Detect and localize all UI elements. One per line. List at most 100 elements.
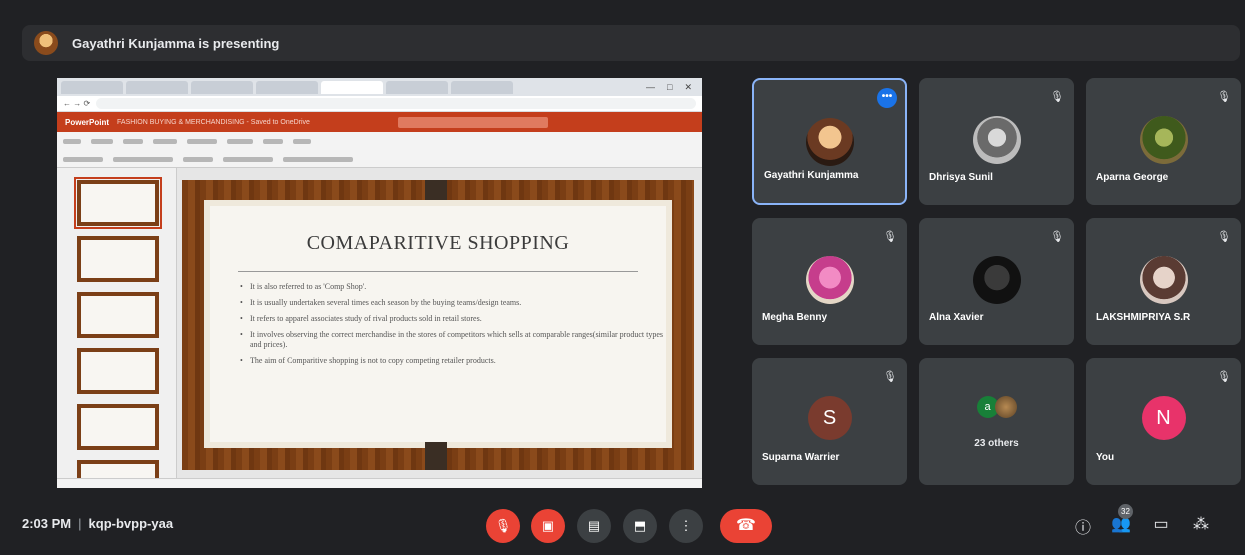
browser-tab [256, 80, 318, 94]
participant-name: Dhrisya Sunil [929, 172, 993, 183]
avatar-letter: S [807, 396, 852, 440]
mic-off-icon: 🎙 [494, 518, 512, 533]
participant-tile[interactable]: 🎙 Alna Xavier [919, 218, 1074, 345]
participant-photo [805, 118, 854, 166]
mic-toggle-button[interactable]: 🎙 [486, 509, 520, 543]
control-bar: 2:03 PM | kqp-bvpp-yaa 🎙 ▣ ▤ ⬒ ⋮ ☎ ⓘ 32 👥 … [0, 497, 1245, 555]
activities-button[interactable]: ⁂ [1190, 514, 1212, 534]
participant-name: Gayathri Kunjamma [764, 170, 859, 181]
slide-bullet: It refers to apparel associates study of… [240, 314, 666, 324]
hang-up-icon: ☎ [736, 517, 756, 534]
info-icon: ⓘ [1074, 520, 1091, 537]
address-bar: ← → ⟳ [57, 96, 702, 112]
slide-bullet: It involves observing the correct mercha… [240, 330, 666, 350]
slide-thumb[interactable] [77, 292, 159, 338]
meeting-details-button[interactable]: ⓘ [1072, 514, 1094, 538]
ppt-search [397, 116, 548, 128]
mic-off-icon: 🎙 [1217, 371, 1231, 383]
slide-bullet: The aim of Comparitive shopping is not t… [240, 356, 666, 366]
people-count-badge: 32 [1118, 504, 1133, 519]
mic-off-icon: 🎙 [883, 371, 897, 383]
url-field [96, 98, 696, 109]
slide-bullets: It is also referred to as 'Comp Shop'. I… [210, 282, 666, 366]
present-button[interactable]: ⬒ [623, 509, 657, 543]
activities-icon: ⁂ [1193, 516, 1209, 533]
slide-thumb[interactable] [77, 236, 159, 282]
browser-tab [386, 80, 448, 94]
browser-tab-active [321, 80, 383, 94]
more-options-button[interactable]: ⋮ [669, 509, 703, 543]
avatar-letter: N [1141, 396, 1186, 440]
chat-button[interactable]: ▭ [1150, 514, 1172, 534]
current-slide: COMAPARITIVE SHOPPING It is also referre… [204, 200, 672, 448]
slide-bullet: It is usually undertaken several times e… [240, 298, 666, 308]
more-vert-icon: ⋮ [679, 518, 693, 533]
browser-tab [451, 80, 513, 94]
participant-photo [994, 396, 1017, 418]
participant-name: Suparna Warrier [762, 452, 840, 463]
others-count: 23 others [974, 438, 1019, 449]
presenter-avatar [34, 31, 58, 55]
participant-tile[interactable]: 🎙 LAKSHMIPRIYA S.R [1086, 218, 1241, 345]
presenting-text: Gayathri Kunjamma is presenting [72, 35, 280, 51]
browser-tab [61, 80, 123, 94]
participant-tile[interactable]: 🎙 Aparna George [1086, 78, 1241, 205]
camera-off-icon: ▣ [541, 518, 555, 533]
powerpoint-brand: PowerPoint [65, 117, 110, 127]
present-screen-icon: ⬒ [633, 518, 647, 533]
others-avatars: a [976, 396, 1017, 418]
ppt-ribbon [57, 132, 702, 168]
participant-tile[interactable]: 🎙 Dhrisya Sunil [919, 78, 1074, 205]
participant-name: Aparna George [1096, 172, 1169, 183]
meeting-code: kqp-bvpp-yaa [88, 516, 174, 531]
more-options-icon[interactable]: ••• [877, 88, 897, 108]
ppt-workspace: COMAPARITIVE SHOPPING It is also referre… [57, 168, 702, 488]
browser-tabs: — □ ✕ [57, 78, 702, 96]
participant-name: LAKSHMIPRIYA S.R [1096, 312, 1191, 323]
slide-thumbnails [57, 168, 177, 488]
browser-tab [191, 80, 253, 94]
meeting-info: 2:03 PM | kqp-bvpp-yaa [22, 516, 174, 531]
browser-tab [126, 80, 188, 94]
participant-photo [805, 256, 854, 304]
people-button[interactable]: 32 👥 [1110, 504, 1133, 534]
slide-stage: COMAPARITIVE SHOPPING It is also referre… [182, 180, 694, 470]
mic-off-icon: 🎙 [1217, 231, 1231, 243]
others-tile[interactable]: a 23 others [919, 358, 1074, 485]
slide-thumb[interactable] [77, 404, 159, 450]
captions-button[interactable]: ▤ [577, 509, 611, 543]
participant-tile[interactable]: 🎙 Megha Benny [752, 218, 907, 345]
clip-bottom [425, 442, 447, 470]
slide-title: COMAPARITIVE SHOPPING [306, 232, 570, 254]
slide-thumb[interactable] [77, 348, 159, 394]
shared-screen[interactable]: — □ ✕ ← → ⟳ PowerPoint FASHION BUYING & ME… [57, 78, 702, 488]
leave-call-button[interactable]: ☎ [720, 509, 772, 543]
camera-toggle-button[interactable]: ▣ [531, 509, 565, 543]
presenting-banner: Gayathri Kunjamma is presenting [22, 25, 1240, 61]
mic-off-icon: 🎙 [1050, 231, 1064, 243]
mic-off-icon: 🎙 [883, 231, 897, 243]
slide-thumb[interactable] [74, 177, 162, 229]
ppt-statusbar [57, 478, 702, 488]
slide-bullet: It is also referred to as 'Comp Shop'. [240, 282, 666, 292]
mic-off-icon: 🎙 [1217, 91, 1231, 103]
participant-name: Megha Benny [762, 312, 828, 323]
chat-icon: ▭ [1153, 516, 1169, 533]
slide-rule [238, 271, 638, 272]
captions-icon: ▤ [587, 518, 601, 533]
participant-photo [1139, 116, 1188, 164]
participant-tile[interactable]: ••• Gayathri Kunjamma [752, 78, 907, 205]
powerpoint-titlebar: PowerPoint FASHION BUYING & MERCHANDISIN… [57, 112, 702, 132]
participant-name: Alna Xavier [929, 312, 984, 323]
mic-off-icon: 🎙 [1050, 91, 1064, 103]
participant-photo [1139, 256, 1188, 304]
participant-photo [972, 256, 1021, 304]
window-controls: — □ ✕ [646, 81, 692, 92]
participant-name: You [1096, 452, 1115, 463]
meet-window: Gayathri Kunjamma is presenting — □ ✕ ← → … [0, 0, 1245, 555]
self-tile[interactable]: 🎙 N You [1086, 358, 1241, 485]
participant-photo [972, 116, 1021, 164]
meeting-time: 2:03 PM [22, 516, 72, 531]
document-name: FASHION BUYING & MERCHANDISING - Saved t… [117, 118, 310, 126]
participant-tile[interactable]: 🎙 S Suparna Warrier [752, 358, 907, 485]
